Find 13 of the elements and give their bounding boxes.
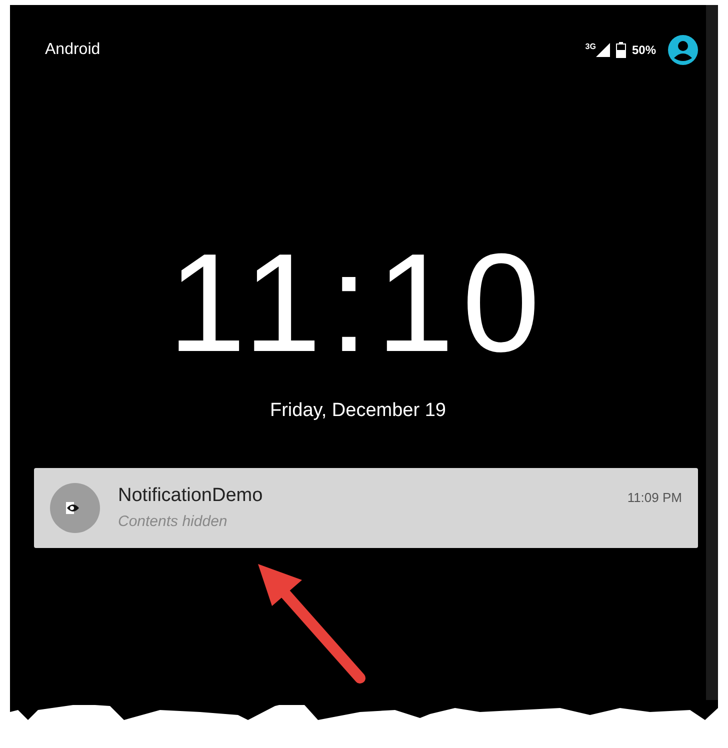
clock-time: 11:10 <box>168 233 548 373</box>
network-label: 3G <box>585 43 596 51</box>
carrier-label: Android <box>45 40 100 60</box>
clock-date: Friday, December 19 <box>270 399 446 423</box>
notification-text: Contents hidden <box>118 512 228 532</box>
notification-time: 11:09 PM <box>627 488 682 506</box>
signal-icon <box>596 43 610 57</box>
battery-percent: 50% <box>632 42 656 59</box>
battery-icon <box>616 42 626 58</box>
notification-card[interactable]: NotificationDemo Contents hidden 11:09 PM <box>34 468 698 548</box>
app-icon <box>50 482 100 532</box>
user-avatar-icon <box>668 35 698 65</box>
notification-title: NotificationDemo <box>118 484 264 508</box>
